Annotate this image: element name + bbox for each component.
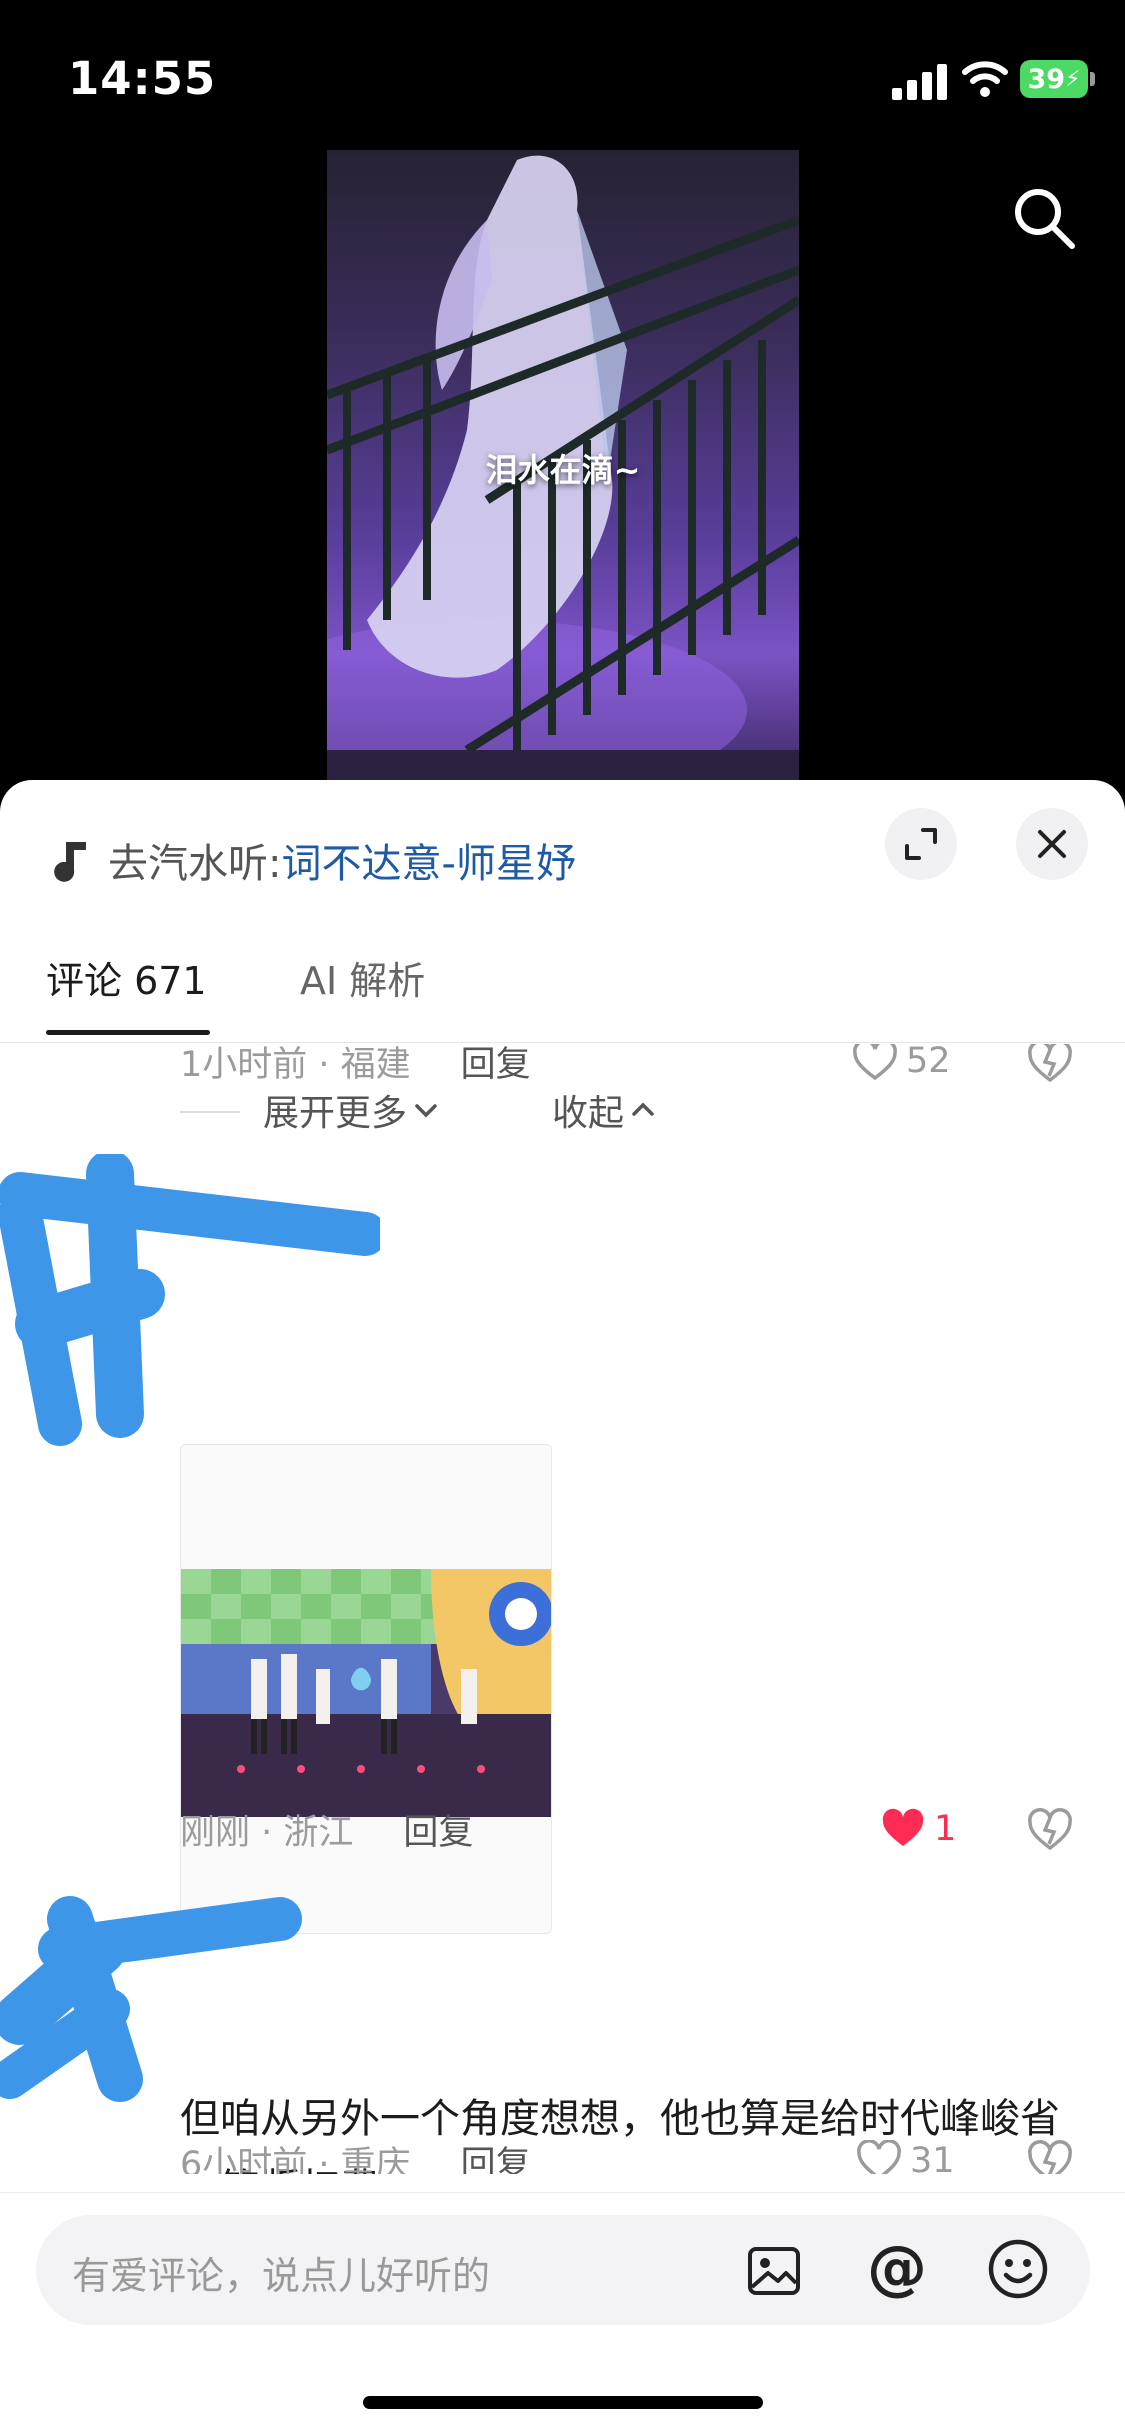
at-mention-icon[interactable]: @	[864, 2235, 930, 2301]
comment-input-field[interactable]: 有爱评论，说点儿好听的 @	[36, 2215, 1090, 2325]
video-caption: 泪水在滴~	[485, 451, 641, 489]
comment-1-like-count: 52	[906, 1044, 951, 1081]
redaction-scribble	[0, 1154, 380, 1446]
heart-outline-icon	[853, 1044, 897, 1081]
status-bar: 14:55 39 ⚡	[0, 0, 1125, 160]
tab-ai-analysis[interactable]: AI 解析	[300, 950, 425, 1005]
heart-filled-icon	[882, 1808, 924, 1846]
expand-button[interactable]	[885, 808, 957, 880]
expand-more-label: 展开更多	[263, 1093, 408, 1134]
comment-2-like-button[interactable]: 1	[880, 1804, 956, 1854]
comment-2-meta: 刚刚 · 浙江 回复	[180, 1804, 473, 1854]
comment-2-like-count: 1	[934, 1809, 957, 1849]
music-song-title[interactable]: 词不达意-师星妤	[281, 831, 575, 889]
wifi-icon	[962, 61, 1008, 97]
comment-3-reply-button[interactable]: 回复	[461, 2136, 531, 2175]
comment-1-reply-button[interactable]: 回复	[461, 1044, 531, 1087]
home-indicator	[363, 2396, 763, 2409]
comment-2-photo	[181, 1569, 551, 1817]
comment-2-time-location: 刚刚 · 浙江	[180, 1812, 354, 1853]
comment-1-like-button[interactable]: 52	[852, 1044, 951, 1086]
tab-active-indicator	[46, 1030, 210, 1035]
tab-bar: 评论 671 AI 解析	[0, 910, 1125, 1043]
comment-1-dislike-icon[interactable]	[1025, 1044, 1075, 1086]
music-link[interactable]: 去汽水听: 词不达意-师星妤	[52, 830, 576, 890]
comment-2-reply-button[interactable]: 回复	[403, 1804, 473, 1855]
comment-list[interactable]: 1小时前 · 福建 回复 52 展开更多 收起 刚刚 · 浙江 回复 1 但咱从…	[0, 1044, 1125, 2174]
comment-3-dislike-icon[interactable]	[1025, 2136, 1075, 2174]
collapse-button[interactable]: 收起	[552, 1084, 656, 1136]
heart-outline-icon	[857, 2140, 901, 2174]
comment-2-dislike-icon[interactable]	[1025, 1804, 1075, 1854]
charging-bolt-icon: ⚡	[1065, 66, 1081, 92]
expand-icon	[905, 828, 937, 860]
comment-3-meta: 6小时前 · 重庆 回复	[180, 2136, 531, 2175]
search-icon[interactable]	[1008, 182, 1080, 254]
music-note-icon	[54, 842, 86, 882]
status-time: 14:55	[68, 52, 217, 105]
battery-icon: 39 ⚡	[1020, 60, 1088, 98]
chevron-down-icon	[415, 1104, 437, 1118]
comment-1-time-location: 1小时前 · 福建	[180, 1044, 411, 1085]
emoji-icon[interactable]	[986, 2237, 1050, 2301]
comment-1-meta: 1小时前 · 福建 回复	[180, 1044, 531, 1086]
comment-3-like-button[interactable]: 31	[856, 2136, 955, 2174]
chevron-up-icon	[632, 1102, 654, 1116]
tab-comments[interactable]: 评论 671	[46, 950, 207, 1005]
comment-3-like-count: 31	[910, 2141, 955, 2174]
redaction-scribble-2	[0, 1896, 302, 2102]
comment-2-image[interactable]	[180, 1444, 552, 1934]
image-icon[interactable]	[746, 2243, 802, 2299]
close-button[interactable]	[1016, 808, 1088, 880]
comment-input-placeholder: 有爱评论，说点儿好听的	[72, 2254, 491, 2298]
music-prefix: 去汽水听:	[108, 841, 282, 887]
comment-sheet: 去汽水听: 词不达意-师星妤 评论 671 AI 解析 1小时前 · 福建 回复…	[0, 780, 1125, 2436]
battery-tip	[1090, 72, 1095, 86]
collapse-label: 收起	[552, 1093, 625, 1134]
battery-level: 39	[1027, 63, 1066, 95]
comment-3-time-location: 6小时前 · 重庆	[180, 2144, 411, 2175]
close-icon	[1038, 830, 1066, 858]
cellular-signal-icon	[892, 64, 947, 100]
expand-more-button[interactable]: 展开更多	[263, 1084, 439, 1136]
thread-divider-line	[180, 1111, 240, 1113]
